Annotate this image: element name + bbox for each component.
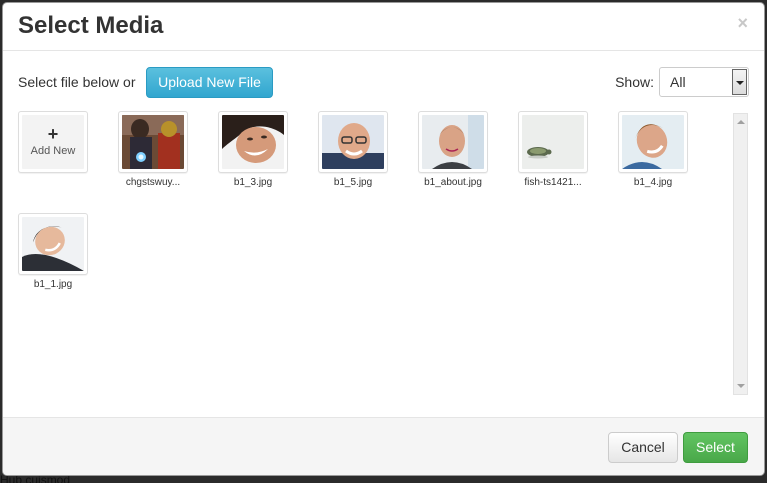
media-item[interactable]: b1_4.jpg: [618, 111, 690, 188]
media-thumbnail[interactable]: [618, 111, 688, 173]
add-new-label: Add New: [30, 145, 76, 157]
man-glasses-image: [322, 115, 384, 169]
man-portrait-image: [422, 115, 484, 169]
media-thumbnail[interactable]: [418, 111, 488, 173]
man-tilted-image: [622, 115, 684, 169]
show-filter-select[interactable]: All: [659, 67, 749, 97]
add-new-tile[interactable]: + Add New: [18, 111, 90, 173]
media-filename: fish-ts1421...: [524, 177, 582, 188]
media-filename: b1_3.jpg: [233, 177, 273, 188]
show-filter-value: All: [670, 74, 686, 90]
media-item[interactable]: b1_about.jpg: [418, 111, 490, 188]
media-scrollbar[interactable]: [733, 113, 748, 395]
media-thumbnail[interactable]: [118, 111, 188, 173]
woman-tilted-image: [22, 217, 84, 271]
turtle-image: [522, 115, 584, 169]
media-item[interactable]: b1_5.jpg: [318, 111, 390, 188]
close-icon[interactable]: ×: [737, 13, 748, 34]
select-file-text: Select file below or: [18, 74, 136, 90]
select-button[interactable]: Select: [683, 432, 748, 463]
media-filename: b1_1.jpg: [33, 279, 73, 290]
upload-new-file-button[interactable]: Upload New File: [146, 67, 273, 98]
plus-icon: +: [47, 124, 59, 144]
add-new-thumb[interactable]: + Add New: [18, 111, 88, 173]
media-item[interactable]: b1_1.jpg: [18, 213, 90, 290]
media-filename: b1_4.jpg: [633, 177, 673, 188]
woman-smile-image: [222, 115, 284, 169]
media-thumbnail[interactable]: [518, 111, 588, 173]
scroll-up-icon[interactable]: [737, 120, 745, 124]
media-item[interactable]: b1_3.jpg: [218, 111, 290, 188]
media-thumbnail[interactable]: [318, 111, 388, 173]
media-grid: + Add New chgstswuy... b1_3.jpg b1_5.jpg…: [18, 111, 723, 391]
media-item[interactable]: fish-ts1421...: [518, 111, 590, 188]
modal-footer: Cancel Select: [3, 417, 764, 475]
media-filename: chgstswuy...: [125, 177, 181, 188]
media-filename: b1_about.jpg: [424, 177, 482, 188]
show-filter-label: Show:: [615, 74, 654, 90]
chevron-down-icon[interactable]: [732, 69, 747, 95]
scroll-down-icon[interactable]: [737, 384, 745, 388]
media-thumbnail[interactable]: [218, 111, 288, 173]
ironman-image: [122, 115, 184, 169]
select-media-modal: Select Media × Select file below or Uplo…: [2, 2, 765, 476]
modal-title: Select Media: [18, 12, 164, 39]
media-thumbnail[interactable]: [18, 213, 88, 275]
media-toolbar: Select file below or Upload New File Sho…: [18, 67, 749, 99]
modal-header: Select Media ×: [3, 3, 764, 51]
media-filename: b1_5.jpg: [333, 177, 373, 188]
media-item[interactable]: chgstswuy...: [118, 111, 190, 188]
cancel-button[interactable]: Cancel: [608, 432, 678, 463]
